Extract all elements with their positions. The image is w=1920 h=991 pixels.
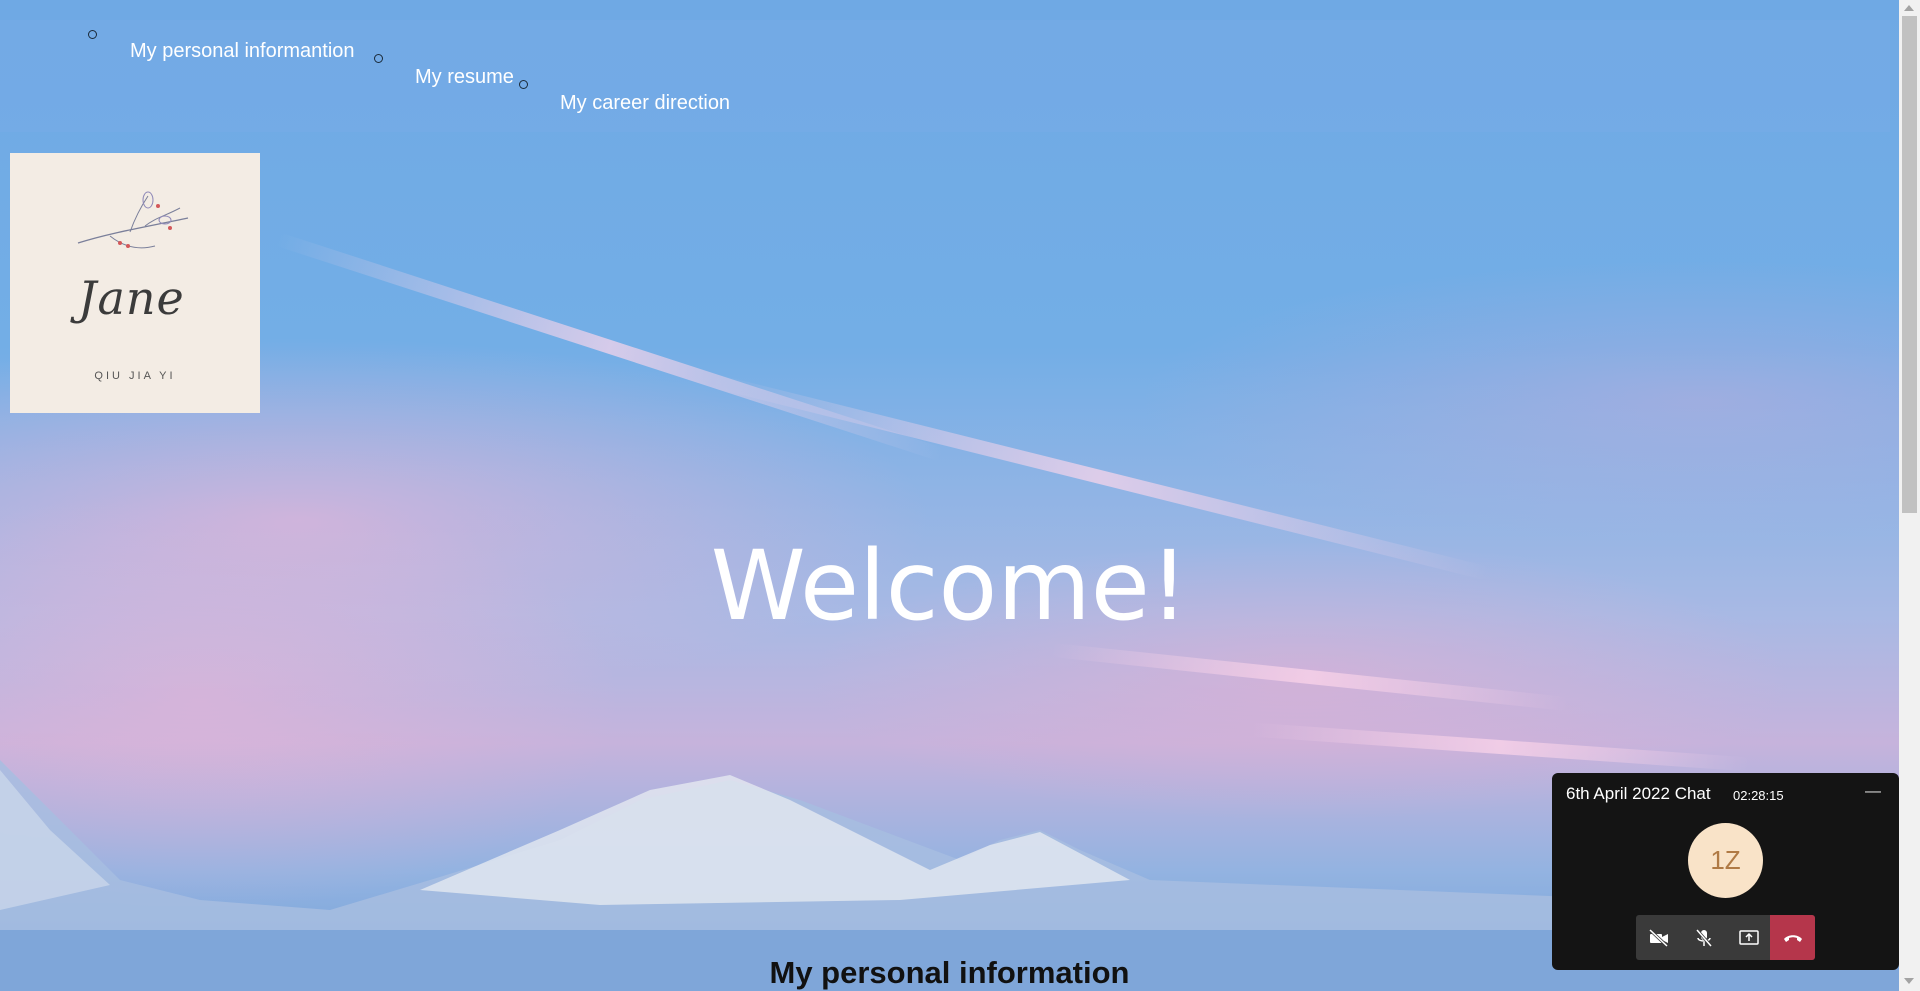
toggle-video-button[interactable] (1636, 915, 1681, 960)
chat-timer: 02:28:15 (1733, 788, 1784, 803)
share-screen-icon (1738, 929, 1759, 945)
nav-bullet-dot (374, 54, 383, 63)
nav-bullet-dot (519, 80, 528, 89)
sky-streak (274, 232, 946, 462)
top-navbar: My personal informantion My resume My ca… (0, 20, 1890, 132)
site-logo: Jane QIU JIA YI (10, 153, 260, 413)
nav-link-resume[interactable]: My resume (415, 66, 514, 89)
scroll-up-arrow-icon[interactable] (1904, 5, 1914, 11)
vertical-scrollbar[interactable] (1899, 0, 1920, 991)
end-call-button[interactable] (1770, 915, 1815, 960)
minimize-button[interactable]: — (1865, 783, 1881, 801)
share-screen-button[interactable] (1726, 915, 1771, 960)
avatar: 1Z (1688, 823, 1763, 898)
logo-signature: Jane (78, 271, 185, 325)
nav-link-career-direction[interactable]: My career direction (560, 92, 730, 115)
chat-title: 6th April 2022 Chat (1566, 784, 1711, 803)
call-controls-bar (1636, 915, 1815, 960)
mic-off-icon (1695, 928, 1712, 947)
end-call-icon (1783, 934, 1802, 942)
nav-bullet-dot (88, 30, 97, 39)
floral-branch-icon (77, 191, 189, 249)
hero-welcome-heading: Welcome! (710, 530, 1189, 642)
video-off-icon (1648, 928, 1668, 947)
scroll-down-arrow-icon[interactable] (1904, 978, 1914, 984)
logo-subtitle: QIU JIA YI (94, 370, 176, 382)
chat-call-widget: 6th April 2022 Chat 02:28:15 — 1Z (1552, 773, 1899, 970)
nav-link-personal-information[interactable]: My personal informantion (130, 40, 355, 63)
sky-streak (1050, 642, 1570, 712)
toggle-mic-button[interactable] (1681, 915, 1726, 960)
scrollbar-thumb[interactable] (1902, 16, 1917, 513)
